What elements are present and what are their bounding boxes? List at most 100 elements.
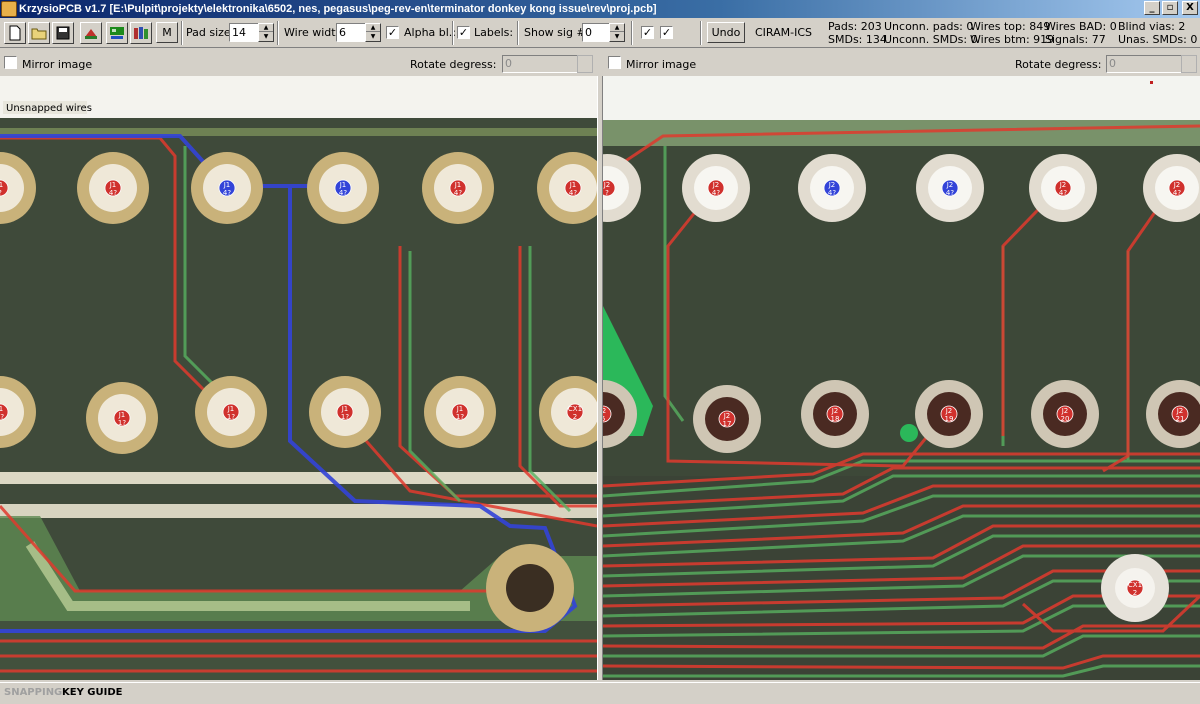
right-rotate-input[interactable]: 0 [1106,55,1182,73]
right-pad-label: J2 [1061,407,1069,415]
toolbar-separator [181,21,183,45]
maximize-button[interactable]: ▫ [1162,1,1178,15]
right-pcb-view[interactable]: J2?J24?J24?J24?J24?J24?J26J217J218J219J2… [603,76,1200,680]
right-pad-label: 19 [945,415,954,423]
unsnapped-wires-tag: Unsnapped wires [6,103,92,114]
signals-stat: Signals: 77 [1045,33,1106,46]
export-bmp-icon[interactable] [80,22,102,44]
right-pad-label: J2 [1176,407,1184,415]
unconn-pads-stat: Unconn. pads: 0 [884,20,974,33]
left-pad-label: 4? [454,189,462,197]
snapping-status[interactable]: SNAPPING [4,687,62,698]
labels-label: Labels: [474,26,514,39]
right-pad-label: J2 [945,407,953,415]
wire-width-input[interactable]: 6 [336,23,366,42]
left-pad-label: J1 [339,181,347,189]
option-checkbox-2[interactable]: ✓ [660,26,673,39]
left-pad-label: J1 [341,405,349,413]
right-pad-label: J2 [723,412,731,420]
left-pad-label: 4? [109,189,117,197]
key-guide-status[interactable]: KEY GUIDE [62,687,122,698]
right-pad-label: 20 [1061,415,1070,423]
right-pad-label: J2 [1173,181,1181,189]
right-pad-label: 4? [712,189,720,197]
left-pad-label: J1 [456,405,464,413]
left-pad-label: J1 [454,181,462,189]
left-pad-label: 1? [118,419,126,427]
left-pad-label: 1? [227,413,235,421]
right-panel-options: Mirror image Rotate degress: 0 [603,52,1200,76]
books-icon[interactable] [130,22,152,44]
right-pad-label: J2 [831,407,839,415]
option-checkbox-1[interactable]: ✓ [641,26,654,39]
right-pad-label: J2 [712,181,720,189]
left-pcb-view[interactable]: J1?J14?J14?J14?J14?J14?J11?J11?J11?J11?J… [0,76,597,680]
left-mirror-checkbox[interactable] [4,56,17,69]
marker-dot [1150,81,1153,84]
pad-size-input[interactable]: 14 [229,23,259,42]
left-rotate-input[interactable]: 0 [502,55,578,73]
right-pad-label: 4? [1173,189,1181,197]
wire-width-stepper[interactable]: ▲ ▼ [365,23,381,42]
left-pad-label: 4? [569,189,577,197]
right-pcb-canvas[interactable]: J2?J24?J24?J24?J24?J24?J26J217J218J219J2… [603,76,1200,680]
right-mirror-checkbox[interactable] [608,56,621,69]
wires-btm-stat: Wires btm: 919 [970,33,1055,46]
toolbar-separator [631,21,633,45]
open-folder-icon[interactable] [28,22,50,44]
ciram-ics-label: CIRAM-ICS [755,26,813,39]
left-panel-options: Mirror image Rotate degress: 0 [0,52,597,76]
right-rotate-stepper[interactable] [1181,55,1197,73]
labels-checkbox[interactable]: ✓ [457,26,470,39]
save-icon[interactable] [52,22,74,44]
left-rotate-stepper[interactable] [577,55,593,73]
right-pad-label: 18 [831,415,840,423]
pads-stat: Pads: 203 [828,20,882,33]
right-pad-label: J2 [603,407,606,415]
left-pad-label: 4? [223,189,231,197]
right-pad-label: 4? [828,189,836,197]
show-sig-stepper[interactable]: ▲ ▼ [609,23,625,42]
right-rotate-label: Rotate degress: [1015,58,1102,71]
left-rotate-label: Rotate degress: [410,58,497,71]
toolbar-separator [277,21,279,45]
pad-size-stepper[interactable]: ▲ ▼ [258,23,274,42]
undo-button[interactable]: Undo [707,22,745,43]
left-pcb-canvas[interactable]: J1?J14?J14?J14?J14?J14?J11?J11?J11?J11?J… [0,76,597,680]
left-pad-label: 4? [339,189,347,197]
right-pad-label: J2 [1059,181,1067,189]
left-pad-label: J1 [0,405,3,413]
minimize-button[interactable]: _ [1144,1,1160,15]
left-pad-label: J1 [118,411,126,419]
smds-stat: SMDs: 134 [828,33,887,46]
left-pad-label: 1? [341,413,349,421]
toolbar-separator [452,21,454,45]
show-sig-input[interactable]: 0 [582,23,610,42]
unconn-smds-stat: Unconn. SMDs: 0 [884,33,978,46]
wires-bad-stat: Wires BAD: 0 [1045,20,1117,33]
blind-vias-stat: Blind vias: 2 [1118,20,1186,33]
left-pad-label: J1 [227,405,235,413]
alpha-blend-checkbox[interactable]: ✓ [386,26,399,39]
right-pad-label: J2 [828,181,836,189]
new-file-icon[interactable] [4,22,26,44]
left-pad-label: ? [0,189,2,197]
m-button[interactable]: M [156,22,178,43]
export-png-icon[interactable] [106,22,128,44]
wires-top-stat: Wires top: 849 [970,20,1051,33]
left-pad-label: CX1 [568,405,582,413]
close-button[interactable]: X [1182,1,1198,15]
left-pad-label: 1? [456,413,464,421]
left-pad-label: J1 [569,181,577,189]
toolbar-separator [700,21,702,45]
right-pad-label: ? [605,189,609,197]
right-mirror-label: Mirror image [626,58,697,71]
left-pad-label: 2 [573,413,577,421]
toolbar: M Pad size: 14 ▲ ▼ Wire width: 6 ▲ ▼ ✓ Alp… [0,18,1200,48]
toolbar-separator [517,21,519,45]
left-mirror-label: Mirror image [22,58,93,71]
right-pad-label: 2 [1133,589,1137,597]
pad-size-label: Pad size: [186,26,235,39]
right-pad-label: 4? [1059,189,1067,197]
right-pad-label: J2 [603,181,610,189]
